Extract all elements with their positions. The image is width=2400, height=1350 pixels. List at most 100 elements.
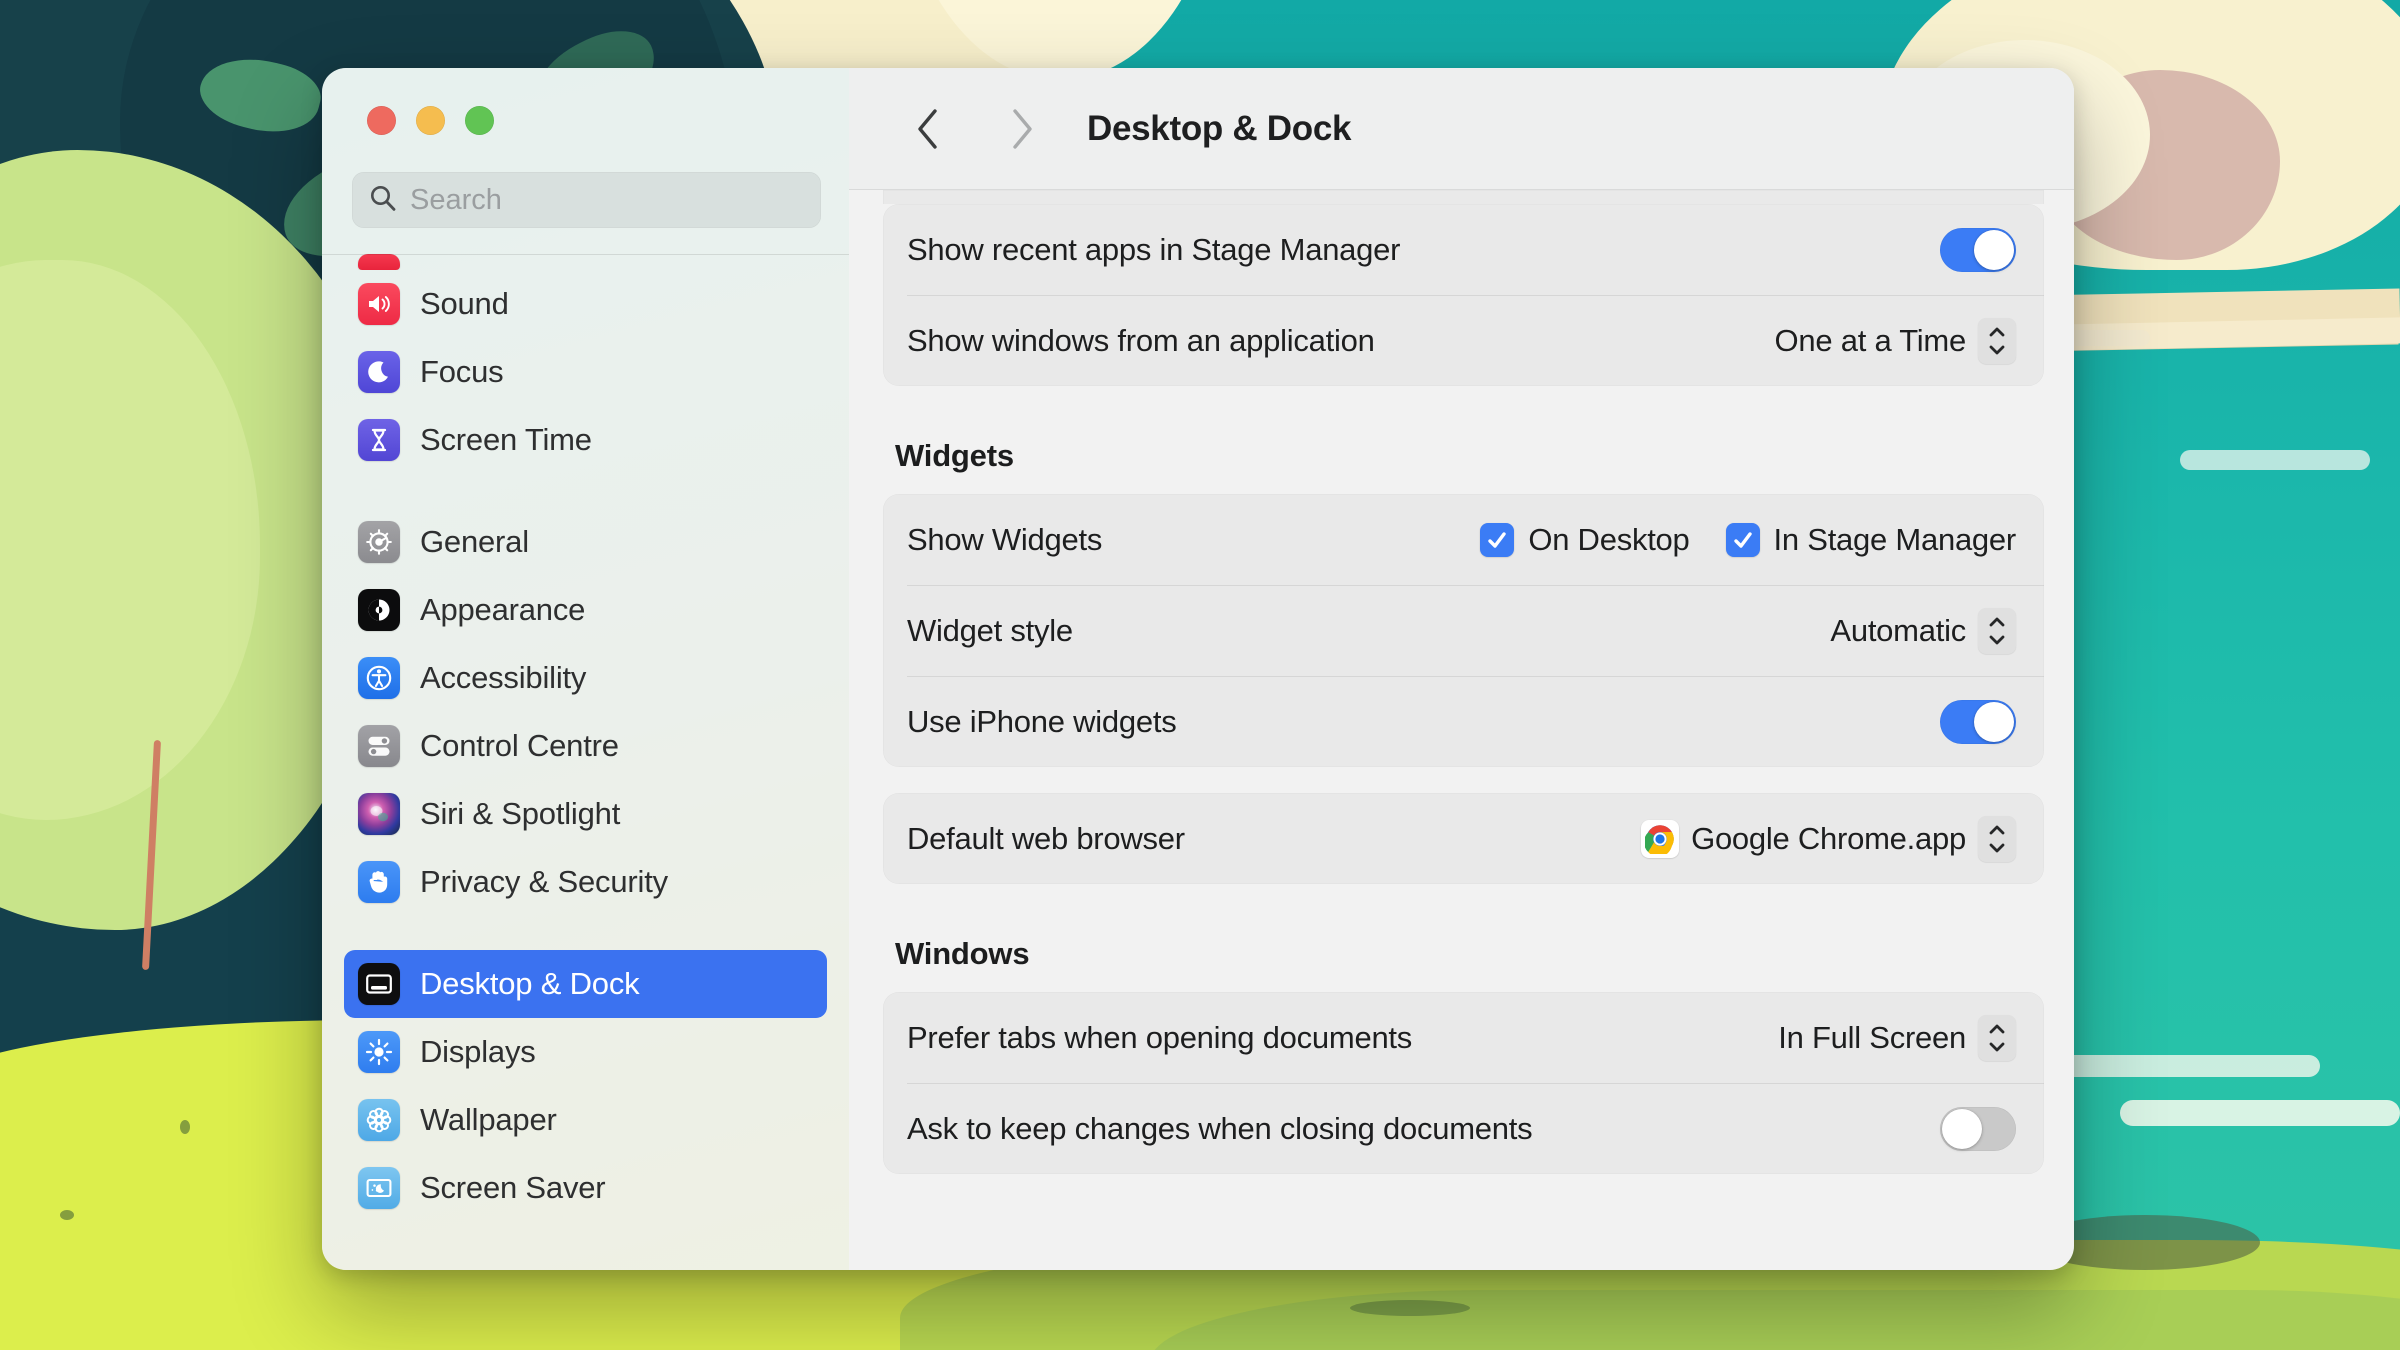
sidebar-item-appearance[interactable]: Appearance [344,576,827,644]
appearance-icon [358,589,400,631]
sidebar-item-label: General [420,524,529,559]
maximize-window-button[interactable] [465,105,494,135]
sidebar-group-gap [344,916,827,950]
popup-value: In Full Screen [1778,1019,1966,1055]
default-browser-popup[interactable]: Google Chrome.app [1641,815,2016,862]
sidebar-item-label: Desktop & Dock [420,966,640,1001]
sidebar-divider [322,254,849,255]
detail-pane: Desktop & Dock Show recent apps in Stage… [849,68,2074,1270]
popup-value: One at a Time [1774,322,1967,358]
row-default-web-browser[interactable]: Default web browser Google Chrome.app [883,793,2044,884]
section-title-windows: Windows [895,936,1030,971]
search-field[interactable] [352,172,821,228]
clipped-row-above [883,190,2044,204]
popup-value: Google Chrome.app [1691,820,1966,856]
stage-manager-card: Show recent apps in Stage Manager Show w… [883,204,2044,386]
sidebar-item-desktop-dock[interactable]: Desktop & Dock [344,950,827,1018]
use-iphone-widgets-toggle[interactable] [1940,699,2016,744]
row-label: Use iPhone widgets [907,703,1177,739]
sidebar-item-wallpaper[interactable]: Wallpaper [344,1086,827,1154]
widgets-card: Show Widgets On Desktop In Stage Manager… [883,494,2044,767]
row-ask-to-keep-changes[interactable]: Ask to keep changes when closing documen… [883,1083,2044,1174]
sidebar-item-screen-time[interactable]: Screen Time [344,406,827,474]
sidebar-item-label: Screen Time [420,422,592,457]
sidebar-item-label: Sound [420,286,509,321]
prefer-tabs-popup[interactable]: In Full Screen [1778,1014,2016,1061]
settings-content[interactable]: Show recent apps in Stage Manager Show w… [849,190,2074,1270]
row-show-widgets[interactable]: Show Widgets On Desktop In Stage Manager [883,494,2044,585]
search-input[interactable] [410,183,805,217]
sidebar-item-label: Accessibility [420,660,587,695]
checkbox-label: In Stage Manager [1773,521,2017,557]
sidebar-group-gap [344,474,827,508]
control-centre-icon [358,725,400,767]
section-title-widgets: Widgets [895,438,1014,473]
sidebar: Sound Focus Screen Time General Appearance Ac… [322,68,849,1270]
sidebar-item-siri-spotlight[interactable]: Siri & Spotlight [344,780,827,848]
wallpaper-cloud [2120,1100,2400,1126]
toggle-knob [1974,701,2014,742]
sidebar-item-list: Sound Focus Screen Time General Appearance Ac… [344,270,827,1222]
checkbox-label: On Desktop [1528,521,1690,557]
sidebar-scroll-area[interactable]: Sound Focus Screen Time General Appearance Ac… [322,252,849,1270]
detail-header: Desktop & Dock [849,68,2074,190]
checkbox-in-stage-manager[interactable]: In Stage Manager [1725,521,2017,558]
row-label: Show windows from an application [907,322,1375,358]
default-browser-card: Default web browser Google Chrome.app [883,793,2044,884]
row-show-recent-apps[interactable]: Show recent apps in Stage Manager [883,204,2044,295]
wallpaper-fleck [180,1120,190,1134]
show-windows-popup[interactable]: One at a Time [1774,317,2016,364]
toggle-knob [1942,1108,1982,1149]
row-label: Ask to keep changes when closing documen… [907,1110,1533,1146]
window-traffic-lights[interactable] [322,68,849,172]
wallpaper-fleck [60,1210,74,1220]
sidebar-item-screen-saver[interactable]: Screen Saver [344,1154,827,1222]
system-settings-window[interactable]: Sound Focus Screen Time General Appearance Ac… [322,68,2074,1270]
wallpaper-cloud [2180,450,2370,470]
row-show-windows-from-application[interactable]: Show windows from an application One at … [883,295,2044,386]
row-label: Default web browser [907,820,1185,856]
toggle-knob [1974,229,2014,270]
forward-button[interactable] [989,97,1053,161]
search-icon [368,183,398,218]
stepper-chevrons-icon[interactable] [1978,1014,2016,1061]
gear-icon [358,521,400,563]
sidebar-item-general[interactable]: General [344,508,827,576]
chevron-right-icon [1013,108,1032,149]
sidebar-item-control-centre[interactable]: Control Centre [344,712,827,780]
screen-saver-icon [358,1167,400,1209]
stepper-chevrons-icon[interactable] [1978,815,2016,862]
close-window-button[interactable] [367,105,396,135]
sidebar-item-sound[interactable]: Sound [344,270,827,338]
sidebar-item-label: Screen Saver [420,1170,606,1205]
sidebar-item-privacy-security[interactable]: Privacy & Security [344,848,827,916]
search-container [322,172,849,228]
sidebar-item-label: Displays [420,1034,536,1069]
row-prefer-tabs[interactable]: Prefer tabs when opening documents In Fu… [883,992,2044,1083]
back-button[interactable] [897,97,961,161]
row-use-iphone-widgets[interactable]: Use iPhone widgets [883,676,2044,767]
sound-icon [358,283,400,325]
stepper-chevrons-icon[interactable] [1978,317,2016,364]
ask-to-keep-changes-toggle[interactable] [1940,1106,2016,1151]
checkbox-on-desktop[interactable]: On Desktop [1480,521,1690,558]
sidebar-item-accessibility[interactable]: Accessibility [344,644,827,712]
sidebar-item-label: Siri & Spotlight [420,796,621,831]
sidebar-item-label: Appearance [420,592,586,627]
chevron-left-icon [918,108,937,149]
desktop-wallpaper: Sound Focus Screen Time General Appearance Ac… [0,0,2400,1350]
minimize-window-button[interactable] [416,105,445,135]
show-recent-apps-toggle[interactable] [1940,227,2016,272]
checkmark-icon [1725,522,1760,557]
widget-style-popup[interactable]: Automatic [1830,607,2016,654]
displays-brightness-icon [358,1031,400,1073]
stepper-chevrons-icon[interactable] [1978,607,2016,654]
row-widget-style[interactable]: Widget style Automatic [883,585,2044,676]
row-label: Show Widgets [907,521,1103,557]
notifications-icon [358,254,400,270]
siri-icon [358,793,400,835]
chrome-icon [1641,819,1680,858]
sidebar-item-displays[interactable]: Displays [344,1018,827,1086]
sidebar-item-label: Wallpaper [420,1102,557,1137]
sidebar-item-focus[interactable]: Focus [344,338,827,406]
